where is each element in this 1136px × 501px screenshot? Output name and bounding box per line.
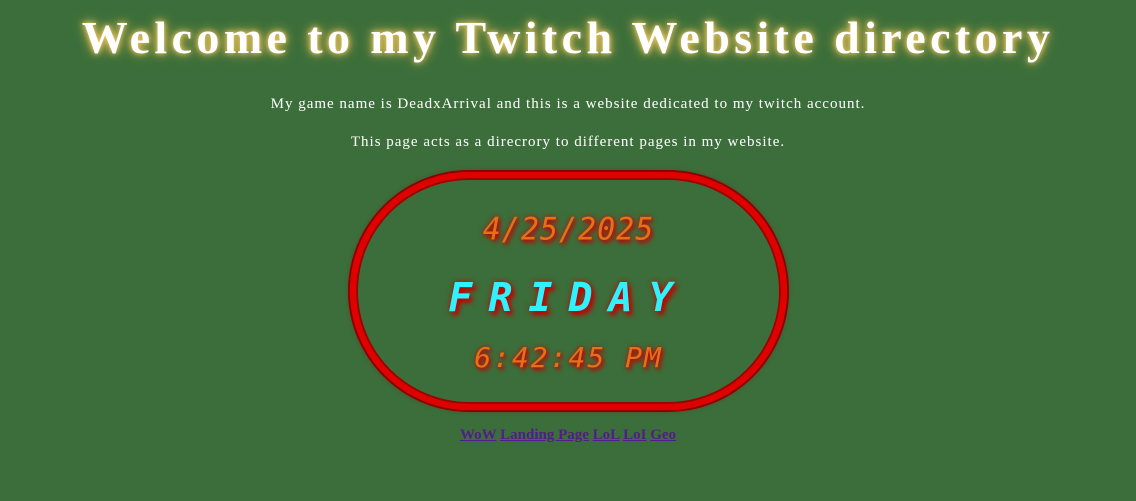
nav-link-lol[interactable]: LoL [593,427,620,443]
digital-clock: 4/25/2025 FRIDAY 6:42:45 PM [350,172,787,410]
clock-date: 4/25/2025 [482,211,655,248]
nav-link-landing-page[interactable]: Landing Page [500,427,589,443]
intro-text-1: My game name is DeadxArrival and this is… [270,96,866,112]
nav-link-loi[interactable]: LoI [623,427,646,443]
nav-link-wow[interactable]: WoW [460,427,496,443]
intro-text-2: This page acts as a direcrory to differe… [350,134,786,150]
nav-link-geo[interactable]: Geo [650,427,676,443]
clock-time: 6:42:45 PM [474,341,663,374]
page-title: Welcome to my Twitch Website directory [81,12,1055,63]
clock-day: FRIDAY [448,275,689,321]
directory-nav: WoW Landing Page LoL LoI Geo [0,425,1136,445]
